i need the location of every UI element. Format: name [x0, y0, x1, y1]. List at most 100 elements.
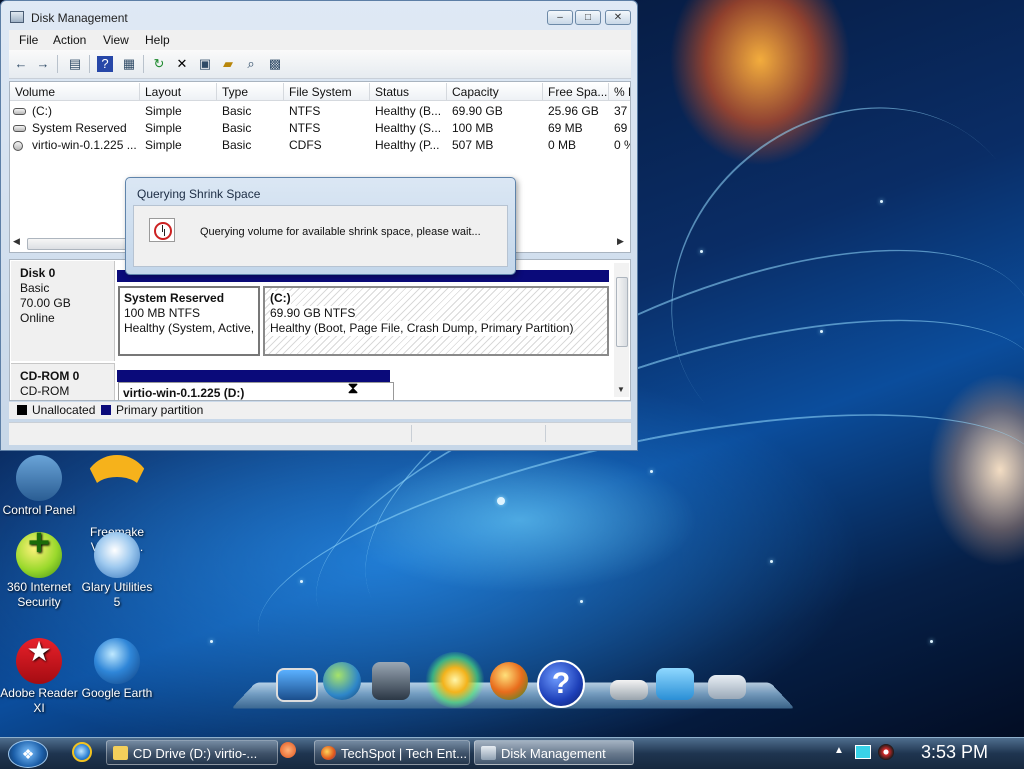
column-header-volume[interactable]: Volume [10, 83, 140, 101]
scroll-down-icon[interactable]: ▼ [617, 385, 625, 394]
cell-type: Basic [222, 138, 252, 152]
menu-help[interactable]: Help [145, 33, 170, 47]
partition-size: 69.90 GB NTFS [270, 306, 356, 321]
cell-free-space: 25.96 GB [548, 104, 599, 118]
taskbar-button-techspot[interactable]: TechSpot | Tech Ent... [314, 740, 470, 765]
legend: Unallocated Primary partition [9, 402, 631, 419]
graph-vertical-scrollbar[interactable]: ▼ [614, 263, 629, 397]
rescan-icon[interactable]: ▩ [267, 56, 283, 72]
cd-drive-icon [13, 141, 23, 151]
column-header-file-system[interactable]: File System [284, 83, 370, 101]
cell-file-system: NTFS [289, 104, 321, 118]
dock-drive-icon[interactable] [610, 680, 648, 700]
dock-task-manager-icon[interactable] [372, 662, 410, 700]
taskbar-button-label: Disk Management [501, 746, 606, 761]
column-header-layout[interactable]: Layout [140, 83, 217, 101]
cell-layout: Simple [145, 104, 182, 118]
dock-help-icon[interactable]: ? [537, 660, 585, 708]
taskbar-button-cd-drive[interactable]: CD Drive (D:) virtio-... [106, 740, 278, 765]
media-player-icon[interactable] [280, 742, 296, 758]
scroll-left-icon[interactable]: ◀ [13, 236, 20, 247]
menu-action[interactable]: Action [53, 33, 86, 47]
table-row[interactable]: System Reserved Simple Basic NTFS Health… [10, 120, 630, 137]
maximize-button[interactable]: □ [575, 10, 601, 25]
column-header-capacity[interactable]: Capacity [447, 83, 543, 101]
cell-capacity: 100 MB [452, 121, 494, 135]
internet-explorer-icon[interactable] [72, 742, 92, 762]
desktop-icon-google-earth[interactable]: Google Earth [78, 638, 156, 701]
column-header-status[interactable]: Status [370, 83, 447, 101]
partition-system-reserved[interactable]: System Reserved 100 MB NTFS Healthy (Sys… [118, 286, 260, 356]
scroll-thumb[interactable] [27, 238, 129, 250]
dock-trophy-icon[interactable] [425, 652, 485, 708]
desktop-icon-360-security[interactable]: 360 Internet Security [0, 532, 78, 610]
back-icon[interactable]: ← [13, 56, 29, 72]
tray-expand-icon[interactable]: ▲ [834, 745, 844, 756]
toolbar: ← → ▤ ? ▦ ↻ ✕ ▣ ▰ ⌕ ▩ [9, 50, 631, 79]
dock-recycle-bin-icon[interactable] [708, 675, 746, 699]
column-header-type[interactable]: Type [217, 83, 284, 101]
desktop-icon-adobe-reader[interactable]: Adobe Reader XI [0, 638, 78, 716]
toolbar-separator [143, 55, 144, 73]
scroll-right-icon[interactable]: ▶ [617, 236, 624, 247]
dock-xp-icon[interactable] [490, 662, 528, 700]
hourglass-cursor-icon: ⧗ [347, 380, 359, 397]
partition-size: 100 MB NTFS [124, 306, 201, 320]
taskbar-clock[interactable]: 3:53 PM [921, 742, 988, 763]
wallpaper-star [930, 640, 933, 643]
legend-label: Primary partition [116, 403, 204, 417]
legend-swatch-unallocated [17, 405, 27, 415]
adobe-reader-icon [16, 638, 62, 684]
properties-icon[interactable]: ▦ [121, 56, 137, 72]
querying-shrink-space-dialog[interactable]: Querying Shrink Space Querying volume fo… [125, 177, 516, 275]
disk-0-size: 70.00 GB [20, 296, 71, 310]
partition-status: Healthy (System, Active, Primary Partiti… [124, 321, 258, 335]
column-header-percent-free[interactable]: % F [609, 83, 630, 101]
cell-percent-free: 37 [614, 104, 628, 118]
open-folder-icon[interactable]: ▰ [220, 56, 236, 72]
cdrom-0-label[interactable]: CD-ROM 0 CD-ROM [11, 363, 115, 400]
desktop-icon-glary-utilities[interactable]: Glary Utilities 5 [78, 532, 156, 610]
dialog-body: Querying volume for available shrink spa… [133, 205, 508, 267]
taskbar-button-disk-management[interactable]: Disk Management [474, 740, 634, 765]
menu-view[interactable]: View [103, 33, 129, 47]
scroll-thumb[interactable] [616, 277, 628, 347]
minimize-button[interactable]: – [547, 10, 573, 25]
volume-disk-icon [13, 125, 26, 132]
wallpaper-star [880, 200, 883, 203]
volume-disk-icon [13, 108, 26, 115]
tray-volume-icon[interactable] [878, 744, 894, 760]
help-icon[interactable]: ? [97, 56, 113, 72]
column-header-free-space[interactable]: Free Spa... [543, 83, 609, 101]
disk-graphical-view[interactable]: Disk 0 Basic 70.00 GB Online System Rese… [9, 259, 631, 401]
window-title: Disk Management [31, 11, 128, 25]
dock-folder-icon[interactable] [656, 668, 694, 700]
settings-icon[interactable]: ▣ [197, 56, 213, 72]
disk-0-label[interactable]: Disk 0 Basic 70.00 GB Online [11, 261, 115, 361]
title-bar[interactable]: Disk Management – □ ✕ [1, 1, 637, 29]
partition-name: System Reserved [124, 291, 225, 305]
start-button[interactable]: ❖ [8, 740, 48, 768]
delete-icon[interactable]: ✕ [174, 56, 190, 72]
find-icon[interactable]: ⌕ [243, 56, 259, 72]
toolbar-separator [57, 55, 58, 73]
close-button[interactable]: ✕ [605, 10, 631, 25]
cdrom-0-type: CD-ROM [20, 384, 70, 398]
cell-free-space: 69 MB [548, 121, 583, 135]
dock-network-icon[interactable] [323, 662, 361, 700]
status-bar [9, 422, 631, 445]
partition-c-drive[interactable]: (C:) 69.90 GB NTFS Healthy (Boot, Page F… [263, 286, 609, 356]
console-tree-icon[interactable]: ▤ [67, 56, 83, 72]
dock-computer-icon[interactable] [276, 668, 318, 702]
forward-icon[interactable]: → [35, 56, 51, 72]
google-earth-icon [94, 638, 140, 684]
table-row[interactable]: virtio-win-0.1.225 ... Simple Basic CDFS… [10, 137, 630, 154]
menu-file[interactable]: File [19, 33, 38, 47]
refresh-icon[interactable]: ↻ [151, 56, 167, 72]
desktop-icon-control-panel[interactable]: Control Panel [0, 455, 78, 518]
disk-management-icon [481, 746, 496, 760]
partition-name: (C:) [270, 291, 291, 306]
table-row[interactable]: (C:) Simple Basic NTFS Healthy (B... 69.… [10, 103, 630, 120]
dialog-title: Querying Shrink Space [137, 187, 261, 201]
tray-network-icon[interactable] [855, 745, 871, 759]
